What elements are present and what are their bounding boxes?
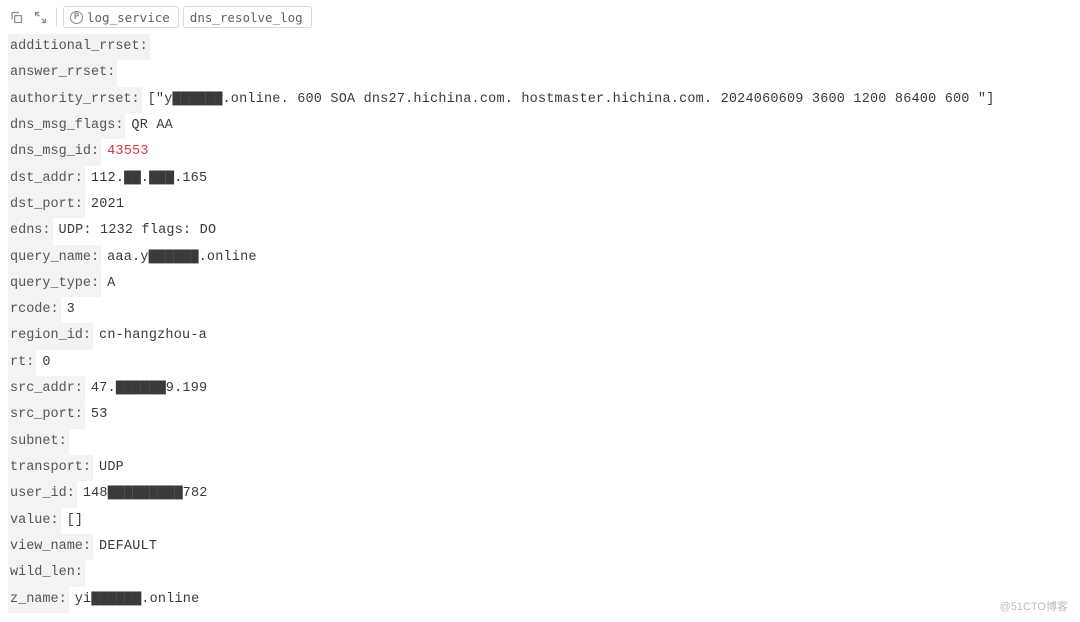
tag-label: log_service (87, 10, 170, 25)
log-row: dns_msg_flags:QR AA (8, 113, 1074, 139)
copy-icon[interactable] (6, 7, 26, 27)
log-value[interactable]: A (101, 271, 115, 297)
log-key[interactable]: rcode: (8, 297, 61, 323)
log-key[interactable]: transport: (8, 455, 93, 481)
log-row: wild_len: (8, 560, 1074, 586)
log-key[interactable]: region_id: (8, 323, 93, 349)
tag-log-service[interactable]: P log_service (63, 6, 179, 28)
log-row: view_name:DEFAULT (8, 534, 1074, 560)
log-row: query_name:aaa.y▇▇▇▇▇▇.online (8, 245, 1074, 271)
log-key[interactable]: dst_port: (8, 192, 85, 218)
log-value[interactable]: aaa.y▇▇▇▇▇▇.online (101, 245, 257, 271)
log-value[interactable]: 0 (36, 350, 50, 376)
log-body: additional_rrset:answer_rrset:authority_… (6, 34, 1074, 613)
tag-dns-resolve-log[interactable]: dns_resolve_log (183, 6, 312, 28)
collapse-icon[interactable] (30, 7, 50, 27)
log-row: subnet: (8, 429, 1074, 455)
log-row: src_port:53 (8, 402, 1074, 428)
log-key[interactable]: edns: (8, 218, 53, 244)
log-key[interactable]: dns_msg_flags: (8, 113, 125, 139)
log-key[interactable]: dns_msg_id: (8, 139, 101, 165)
log-row: region_id:cn-hangzhou-a (8, 323, 1074, 349)
log-value[interactable]: 43553 (101, 139, 149, 165)
log-key[interactable]: answer_rrset: (8, 60, 117, 86)
log-key[interactable]: authority_rrset: (8, 87, 142, 113)
log-value[interactable]: DEFAULT (93, 534, 157, 560)
log-key[interactable]: view_name: (8, 534, 93, 560)
log-row: authority_rrset:["y▇▇▇▇▇▇.online. 600 SO… (8, 87, 1074, 113)
log-row: query_type:A (8, 271, 1074, 297)
log-key[interactable]: src_port: (8, 402, 85, 428)
log-key[interactable]: query_name: (8, 245, 101, 271)
log-key[interactable]: additional_rrset: (8, 34, 150, 60)
log-row: dst_port:2021 (8, 192, 1074, 218)
log-row: dns_msg_id:43553 (8, 139, 1074, 165)
log-key[interactable]: rt: (8, 350, 36, 376)
log-row: src_addr:47.▇▇▇▇▇▇9.199 (8, 376, 1074, 402)
log-value[interactable]: yi▇▇▇▇▇▇.online (69, 587, 200, 613)
log-key[interactable]: src_addr: (8, 376, 85, 402)
log-key[interactable]: subnet: (8, 429, 69, 455)
log-value[interactable]: cn-hangzhou-a (93, 323, 207, 349)
log-value[interactable]: 3 (61, 297, 75, 323)
log-key[interactable]: z_name: (8, 587, 69, 613)
log-value[interactable]: [] (61, 508, 84, 534)
log-key[interactable]: dst_addr: (8, 166, 85, 192)
log-key[interactable]: wild_len: (8, 560, 85, 586)
log-value[interactable]: 47.▇▇▇▇▇▇9.199 (85, 376, 207, 402)
tag-label: dns_resolve_log (190, 10, 303, 25)
log-value[interactable]: ["y▇▇▇▇▇▇.online. 600 SOA dns27.hichina.… (142, 87, 995, 113)
log-value[interactable]: 53 (85, 402, 108, 428)
toolbar: P log_service dns_resolve_log (6, 6, 1074, 28)
log-row: value:[] (8, 508, 1074, 534)
log-key[interactable]: value: (8, 508, 61, 534)
log-row: answer_rrset: (8, 60, 1074, 86)
log-value[interactable]: UDP (93, 455, 124, 481)
log-key[interactable]: query_type: (8, 271, 101, 297)
log-value[interactable]: QR AA (125, 113, 173, 139)
log-key[interactable]: user_id: (8, 481, 77, 507)
log-value[interactable]: 112.▇▇.▇▇▇.165 (85, 166, 207, 192)
log-row: z_name:yi▇▇▇▇▇▇.online (8, 587, 1074, 613)
watermark: @51CTO博客 (1000, 598, 1068, 614)
log-row: transport:UDP (8, 455, 1074, 481)
log-row: rt:0 (8, 350, 1074, 376)
log-value[interactable]: UDP: 1232 flags: DO (53, 218, 217, 244)
log-row: additional_rrset: (8, 34, 1074, 60)
log-row: dst_addr:112.▇▇.▇▇▇.165 (8, 166, 1074, 192)
log-row: user_id:148▇▇▇▇▇▇▇▇▇782 (8, 481, 1074, 507)
log-row: rcode:3 (8, 297, 1074, 323)
project-icon: P (70, 11, 83, 24)
divider (56, 8, 57, 26)
log-value[interactable]: 148▇▇▇▇▇▇▇▇▇782 (77, 481, 208, 507)
log-row: edns:UDP: 1232 flags: DO (8, 218, 1074, 244)
log-value[interactable]: 2021 (85, 192, 124, 218)
